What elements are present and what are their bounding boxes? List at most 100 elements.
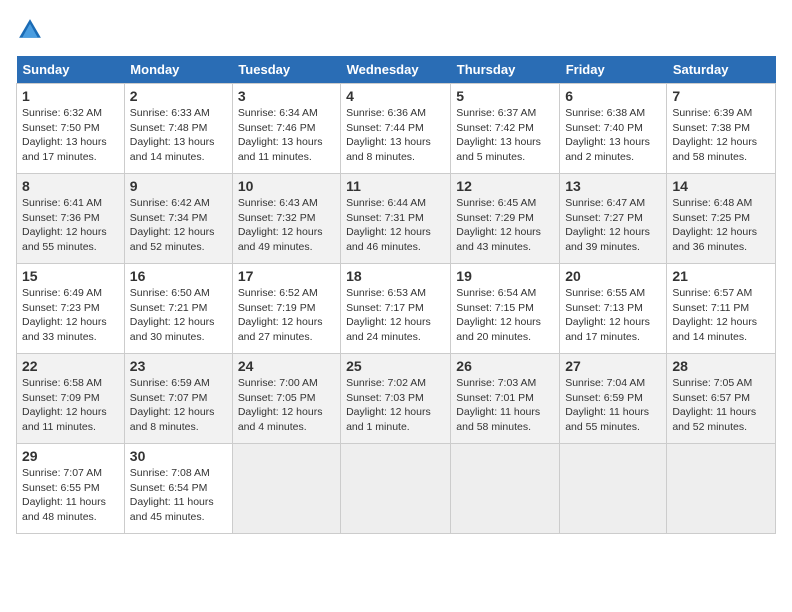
calendar-cell [451, 444, 560, 534]
day-info: Sunrise: 6:32 AM Sunset: 7:50 PM Dayligh… [22, 106, 119, 165]
day-info: Sunrise: 6:48 AM Sunset: 7:25 PM Dayligh… [672, 196, 770, 255]
day-info: Sunrise: 6:33 AM Sunset: 7:48 PM Dayligh… [130, 106, 227, 165]
day-info: Sunrise: 7:08 AM Sunset: 6:54 PM Dayligh… [130, 466, 227, 525]
calendar-cell: 3 Sunrise: 6:34 AM Sunset: 7:46 PM Daylig… [232, 84, 340, 174]
calendar-cell: 28Sunrise: 7:05 AM Sunset: 6:57 PM Dayli… [667, 354, 776, 444]
day-info: Sunrise: 7:07 AM Sunset: 6:55 PM Dayligh… [22, 466, 119, 525]
day-info: Sunrise: 6:57 AM Sunset: 7:11 PM Dayligh… [672, 286, 770, 345]
calendar-cell: 26Sunrise: 7:03 AM Sunset: 7:01 PM Dayli… [451, 354, 560, 444]
day-info: Sunrise: 6:47 AM Sunset: 7:27 PM Dayligh… [565, 196, 661, 255]
col-header-friday: Friday [560, 56, 667, 84]
col-header-wednesday: Wednesday [341, 56, 451, 84]
day-info: Sunrise: 6:53 AM Sunset: 7:17 PM Dayligh… [346, 286, 445, 345]
day-info: Sunrise: 6:49 AM Sunset: 7:23 PM Dayligh… [22, 286, 119, 345]
day-number: 9 [130, 178, 227, 194]
day-info: Sunrise: 7:03 AM Sunset: 7:01 PM Dayligh… [456, 376, 554, 435]
calendar-table: SundayMondayTuesdayWednesdayThursdayFrid… [16, 56, 776, 534]
day-number: 1 [22, 88, 119, 104]
day-number: 28 [672, 358, 770, 374]
day-info: Sunrise: 6:58 AM Sunset: 7:09 PM Dayligh… [22, 376, 119, 435]
day-info: Sunrise: 6:45 AM Sunset: 7:29 PM Dayligh… [456, 196, 554, 255]
calendar-cell: 19Sunrise: 6:54 AM Sunset: 7:15 PM Dayli… [451, 264, 560, 354]
col-header-sunday: Sunday [17, 56, 125, 84]
day-number: 2 [130, 88, 227, 104]
calendar-week-row: 15 Sunrise: 6:49 AM Sunset: 7:23 PM Dayli… [17, 264, 776, 354]
calendar-cell [560, 444, 667, 534]
day-number: 6 [565, 88, 661, 104]
calendar-cell: 29 Sunrise: 7:07 AM Sunset: 6:55 PM Dayli… [17, 444, 125, 534]
calendar-week-row: 22 Sunrise: 6:58 AM Sunset: 7:09 PM Dayli… [17, 354, 776, 444]
calendar-cell: 17 Sunrise: 6:52 AM Sunset: 7:19 PM Dayli… [232, 264, 340, 354]
day-info: Sunrise: 7:00 AM Sunset: 7:05 PM Dayligh… [238, 376, 335, 435]
day-number: 30 [130, 448, 227, 464]
day-number: 29 [22, 448, 119, 464]
day-number: 16 [130, 268, 227, 284]
day-number: 7 [672, 88, 770, 104]
day-number: 8 [22, 178, 119, 194]
logo [16, 16, 48, 44]
calendar-cell: 22 Sunrise: 6:58 AM Sunset: 7:09 PM Dayli… [17, 354, 125, 444]
calendar-cell: 21 Sunrise: 6:57 AM Sunset: 7:11 PM Dayli… [667, 264, 776, 354]
col-header-monday: Monday [124, 56, 232, 84]
day-number: 14 [672, 178, 770, 194]
day-info: Sunrise: 6:59 AM Sunset: 7:07 PM Dayligh… [130, 376, 227, 435]
day-info: Sunrise: 6:54 AM Sunset: 7:15 PM Dayligh… [456, 286, 554, 345]
day-number: 13 [565, 178, 661, 194]
calendar-cell: 24 Sunrise: 7:00 AM Sunset: 7:05 PM Dayli… [232, 354, 340, 444]
day-info: Sunrise: 7:04 AM Sunset: 6:59 PM Dayligh… [565, 376, 661, 435]
day-info: Sunrise: 6:44 AM Sunset: 7:31 PM Dayligh… [346, 196, 445, 255]
calendar-week-row: 8 Sunrise: 6:41 AM Sunset: 7:36 PM Daylig… [17, 174, 776, 264]
day-info: Sunrise: 7:02 AM Sunset: 7:03 PM Dayligh… [346, 376, 445, 435]
day-info: Sunrise: 6:42 AM Sunset: 7:34 PM Dayligh… [130, 196, 227, 255]
day-number: 18 [346, 268, 445, 284]
day-info: Sunrise: 6:43 AM Sunset: 7:32 PM Dayligh… [238, 196, 335, 255]
day-number: 3 [238, 88, 335, 104]
day-info: Sunrise: 6:52 AM Sunset: 7:19 PM Dayligh… [238, 286, 335, 345]
calendar-cell: 10Sunrise: 6:43 AM Sunset: 7:32 PM Dayli… [232, 174, 340, 264]
calendar-cell [232, 444, 340, 534]
day-number: 27 [565, 358, 661, 374]
calendar-cell: 7 Sunrise: 6:39 AM Sunset: 7:38 PM Daylig… [667, 84, 776, 174]
calendar-cell: 25 Sunrise: 7:02 AM Sunset: 7:03 PM Dayli… [341, 354, 451, 444]
calendar-cell: 15 Sunrise: 6:49 AM Sunset: 7:23 PM Dayli… [17, 264, 125, 354]
calendar-cell: 30 Sunrise: 7:08 AM Sunset: 6:54 PM Dayli… [124, 444, 232, 534]
calendar-cell: 16 Sunrise: 6:50 AM Sunset: 7:21 PM Dayli… [124, 264, 232, 354]
calendar-cell: 18 Sunrise: 6:53 AM Sunset: 7:17 PM Dayli… [341, 264, 451, 354]
calendar-week-row: 29 Sunrise: 7:07 AM Sunset: 6:55 PM Dayli… [17, 444, 776, 534]
day-number: 23 [130, 358, 227, 374]
day-number: 25 [346, 358, 445, 374]
logo-icon [16, 16, 44, 44]
day-info: Sunrise: 6:34 AM Sunset: 7:46 PM Dayligh… [238, 106, 335, 165]
day-number: 11 [346, 178, 445, 194]
day-info: Sunrise: 6:37 AM Sunset: 7:42 PM Dayligh… [456, 106, 554, 165]
day-info: Sunrise: 6:41 AM Sunset: 7:36 PM Dayligh… [22, 196, 119, 255]
day-number: 15 [22, 268, 119, 284]
calendar-cell: 27 Sunrise: 7:04 AM Sunset: 6:59 PM Dayli… [560, 354, 667, 444]
calendar-header-row: SundayMondayTuesdayWednesdayThursdayFrid… [17, 56, 776, 84]
day-number: 24 [238, 358, 335, 374]
calendar-cell: 5 Sunrise: 6:37 AM Sunset: 7:42 PM Daylig… [451, 84, 560, 174]
calendar-cell: 11 Sunrise: 6:44 AM Sunset: 7:31 PM Dayli… [341, 174, 451, 264]
day-number: 4 [346, 88, 445, 104]
calendar-cell: 1 Sunrise: 6:32 AM Sunset: 7:50 PM Daylig… [17, 84, 125, 174]
day-number: 5 [456, 88, 554, 104]
day-info: Sunrise: 6:39 AM Sunset: 7:38 PM Dayligh… [672, 106, 770, 165]
calendar-cell: 9 Sunrise: 6:42 AM Sunset: 7:34 PM Daylig… [124, 174, 232, 264]
col-header-saturday: Saturday [667, 56, 776, 84]
day-info: Sunrise: 6:38 AM Sunset: 7:40 PM Dayligh… [565, 106, 661, 165]
calendar-week-row: 1 Sunrise: 6:32 AM Sunset: 7:50 PM Daylig… [17, 84, 776, 174]
calendar-cell [667, 444, 776, 534]
calendar-cell: 8 Sunrise: 6:41 AM Sunset: 7:36 PM Daylig… [17, 174, 125, 264]
day-info: Sunrise: 6:36 AM Sunset: 7:44 PM Dayligh… [346, 106, 445, 165]
calendar-cell: 12 Sunrise: 6:45 AM Sunset: 7:29 PM Dayli… [451, 174, 560, 264]
day-number: 22 [22, 358, 119, 374]
day-number: 21 [672, 268, 770, 284]
calendar-cell: 6 Sunrise: 6:38 AM Sunset: 7:40 PM Daylig… [560, 84, 667, 174]
day-info: Sunrise: 6:50 AM Sunset: 7:21 PM Dayligh… [130, 286, 227, 345]
day-number: 12 [456, 178, 554, 194]
day-info: Sunrise: 6:55 AM Sunset: 7:13 PM Dayligh… [565, 286, 661, 345]
day-number: 17 [238, 268, 335, 284]
header [16, 16, 776, 44]
calendar-cell: 4 Sunrise: 6:36 AM Sunset: 7:44 PM Daylig… [341, 84, 451, 174]
calendar-cell: 2 Sunrise: 6:33 AM Sunset: 7:48 PM Daylig… [124, 84, 232, 174]
